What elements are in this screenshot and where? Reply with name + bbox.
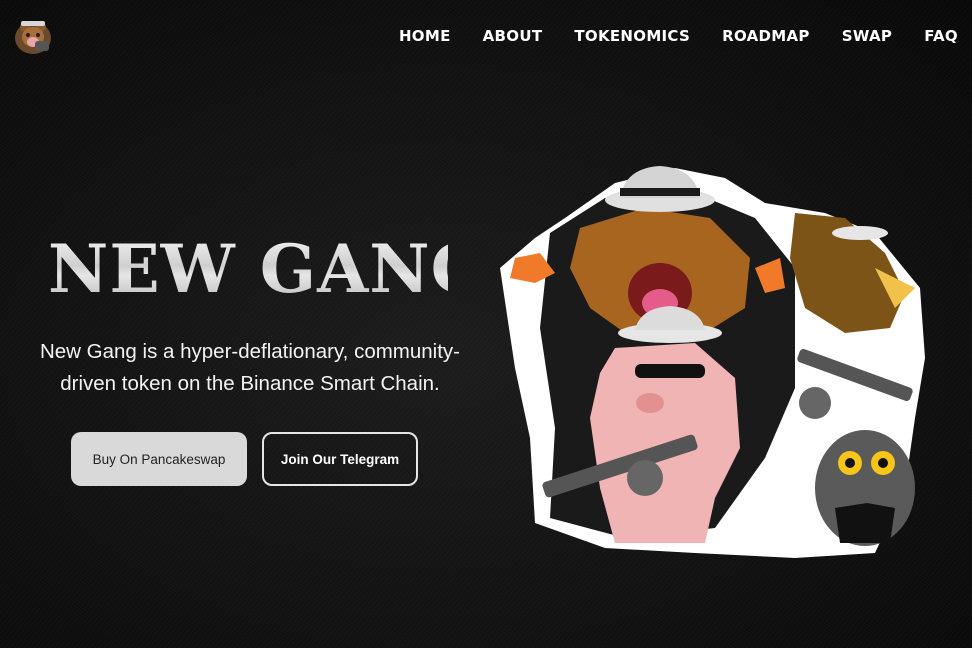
nav-about[interactable]: ABOUT [483,27,543,45]
logo-icon[interactable] [13,17,53,55]
hero-title: NEW GANG [48,230,488,308]
hero-subtitle: New Gang is a hyper-deflationary, commun… [39,340,461,395]
buy-pancakeswap-button[interactable]: Buy On Pancakeswap [71,432,247,486]
nav-swap[interactable]: SWAP [842,27,892,45]
join-telegram-button[interactable]: Join Our Telegram [262,432,418,486]
nav-home[interactable]: HOME [399,27,451,45]
gang-mascot-illustration [500,166,925,558]
nav-roadmap[interactable]: ROADMAP [722,27,810,45]
main-nav: HOME ABOUT TOKENOMICS ROADMAP SWAP FAQ [399,27,958,45]
page: HOME ABOUT TOKENOMICS ROADMAP SWAP FAQ N… [0,0,972,648]
nav-tokenomics[interactable]: TOKENOMICS [574,27,690,45]
nav-faq[interactable]: FAQ [924,27,958,45]
